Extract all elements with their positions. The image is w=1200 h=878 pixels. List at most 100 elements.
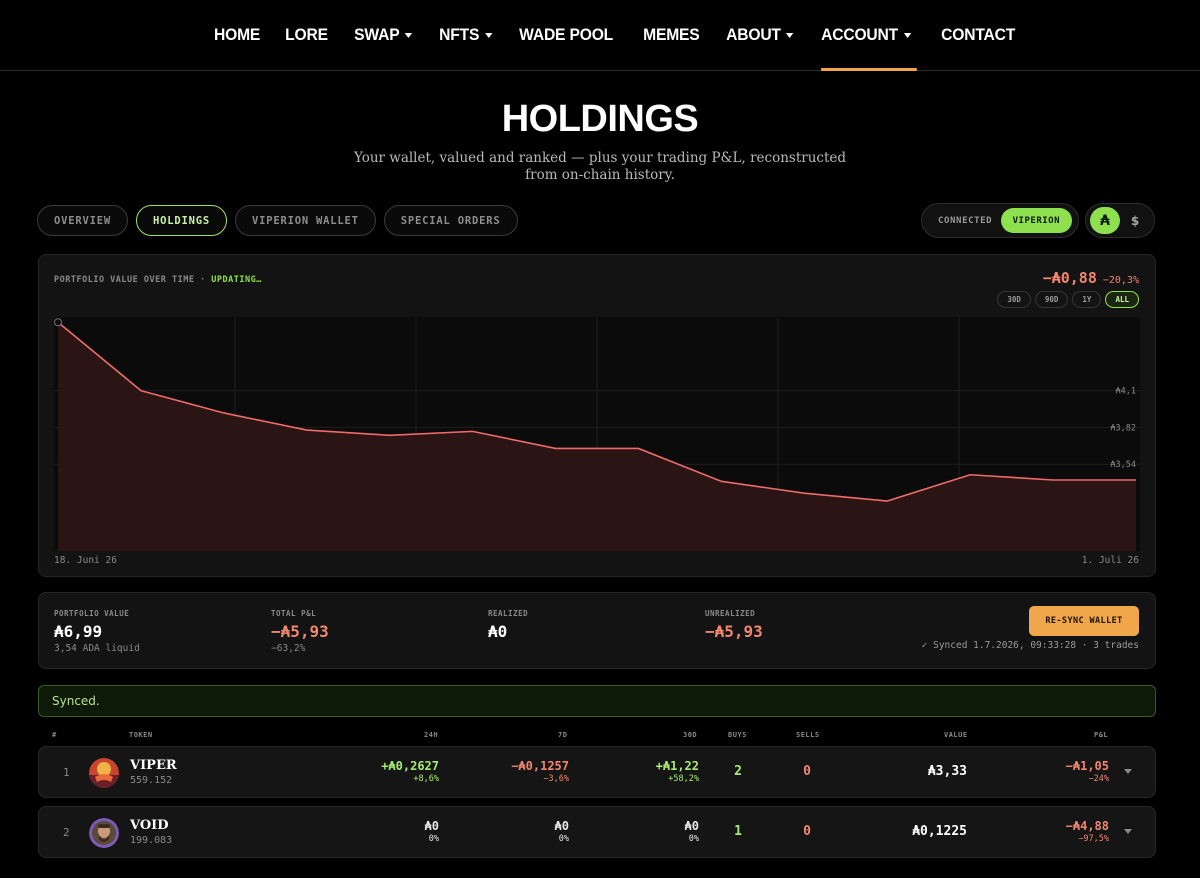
chart-title-text: PORTFOLIO VALUE OVER TIME · xyxy=(54,275,212,285)
nav-nfts[interactable]: NFTS xyxy=(429,0,502,70)
y-tick-label: ₳4,1 xyxy=(1116,387,1136,397)
stat-label: TOTAL P&L xyxy=(271,609,317,618)
currency-ada-button[interactable]: ₳ xyxy=(1090,207,1120,234)
tab-viperion-wallet[interactable]: VIPERION WALLET xyxy=(234,205,376,236)
wallet-connection[interactable]: CONNECTED VIPERION xyxy=(921,203,1079,238)
change-30d-value: +₳1,22 xyxy=(655,759,699,773)
table-row[interactable]: 2 VOID 199.083 ₳0 0% ₳0 0% ₳0 0% 1 0 ₳0,… xyxy=(38,806,1156,858)
range-30d[interactable]: 30D xyxy=(997,291,1031,308)
chevron-down-icon xyxy=(404,32,412,38)
nav-memes-label: MEMES xyxy=(642,25,700,44)
col-header-token[interactable]: TOKEN xyxy=(129,731,153,739)
nav-home[interactable]: HOME xyxy=(214,0,270,70)
nav-contact[interactable]: CONTACT xyxy=(931,0,1025,70)
tab-holdings[interactable]: HOLDINGS xyxy=(135,205,227,236)
portfolio-stats: PORTFOLIO VALUE ₳6,99 3,54 ADA liquid TO… xyxy=(38,592,1156,669)
connection-status: CONNECTED xyxy=(938,215,993,226)
col-header-sells[interactable]: SELLS xyxy=(796,731,820,739)
change-24h: +₳0,2627 +8,6% xyxy=(339,759,439,784)
stat-realized: REALIZED ₳0 xyxy=(488,609,528,641)
col-header-30d[interactable]: 30D xyxy=(683,731,697,739)
void-avatar-image xyxy=(89,818,119,848)
x-axis-end-label: 1. Juli 26 xyxy=(1081,555,1139,566)
nav-about-label: ABOUT xyxy=(726,25,781,44)
page-subtitle: Your wallet, valued and ranked — plus yo… xyxy=(353,150,847,183)
col-header-buys[interactable]: BUYS xyxy=(728,731,747,739)
change-30d-percent: 0% xyxy=(688,834,699,844)
stat-label: REALIZED xyxy=(488,609,529,618)
nav-swap[interactable]: SWAP xyxy=(344,0,422,70)
col-header-value[interactable]: VALUE xyxy=(944,731,968,739)
holding-value: ₳3,33 xyxy=(927,764,967,779)
change-30d: +₳1,22 +58,2% xyxy=(599,759,699,784)
stat-sub: 3,54 ADA liquid xyxy=(54,643,140,654)
buys-count: 2 xyxy=(734,764,742,779)
nav-about[interactable]: ABOUT xyxy=(716,0,804,70)
range-90d[interactable]: 90D xyxy=(1034,291,1069,308)
chevron-down-icon xyxy=(484,32,493,38)
chevron-down-icon xyxy=(786,32,794,38)
stat-value: −₳5,93 xyxy=(271,622,329,641)
chevron-down-icon[interactable] xyxy=(1124,829,1132,834)
stat-value: ₳0 xyxy=(488,622,508,641)
change-7d-percent: 0% xyxy=(558,834,569,844)
row-pnl-percent: −97,5% xyxy=(1078,834,1109,844)
viper-avatar-image xyxy=(89,758,119,788)
nav-swap-label: SWAP xyxy=(353,25,400,44)
wallet-name-pill[interactable]: VIPERION xyxy=(1000,208,1072,233)
nav-home-label: HOME xyxy=(214,25,261,44)
currency-usd-button[interactable]: $ xyxy=(1120,214,1150,228)
chart-title: PORTFOLIO VALUE OVER TIME · UPDATING… xyxy=(54,275,262,285)
change-7d: ₳0 0% xyxy=(469,819,569,844)
row-pnl: −₳1,05 −24% xyxy=(1009,759,1109,784)
token-amount: 559.152 xyxy=(130,775,173,786)
y-tick-label: ₳3,54 xyxy=(1110,460,1136,470)
stat-label: PORTFOLIO VALUE xyxy=(54,609,130,618)
row-rank: 2 xyxy=(63,826,70,839)
stat-sub: −63,2% xyxy=(271,643,306,654)
y-tick-label: ₳3,82 xyxy=(1110,423,1136,433)
nav-account[interactable]: ACCOUNT xyxy=(811,0,921,71)
chevron-down-icon[interactable] xyxy=(1124,769,1132,774)
holding-value: ₳0,1225 xyxy=(912,824,967,839)
section-tabs: OVERVIEW HOLDINGS VIPERION WALLET SPECIA… xyxy=(37,205,518,236)
stat-value: ₳6,99 xyxy=(54,622,103,641)
change-24h-value: ₳0 xyxy=(424,819,439,833)
x-axis-start-label: 18. Juni 26 xyxy=(54,555,117,566)
nav-wade-pool-label: WADE POOL xyxy=(518,25,613,44)
change-24h-percent: +8,6% xyxy=(413,774,439,784)
sync-banner: Synced. xyxy=(38,685,1156,717)
portfolio-chart: ₳4,1 ₳3,82 ₳3,54 xyxy=(54,317,1140,551)
tab-overview[interactable]: OVERVIEW xyxy=(37,205,128,236)
change-30d-percent: +58,2% xyxy=(668,774,699,784)
row-pnl-value: −₳1,05 xyxy=(1065,759,1109,773)
change-30d: ₳0 0% xyxy=(599,819,699,844)
change-24h-percent: 0% xyxy=(428,834,439,844)
page-title: HOLDINGS xyxy=(501,98,699,140)
col-header-24h[interactable]: 24H xyxy=(424,731,438,739)
nav-memes[interactable]: MEMES xyxy=(633,0,710,70)
change-7d: −₳0,1257 −3,6% xyxy=(469,759,569,784)
change-7d-value: −₳0,1257 xyxy=(511,759,569,773)
top-nav: HOME LORE SWAP NFTS WADE POOL MEMES ABOU… xyxy=(0,0,1200,71)
data-point[interactable] xyxy=(54,318,62,327)
nav-account-label: ACCOUNT xyxy=(821,25,899,44)
nav-menu: HOME LORE SWAP NFTS WADE POOL MEMES ABOU… xyxy=(214,0,1033,71)
col-header-7d[interactable]: 7D xyxy=(558,731,567,739)
change-7d-percent: −3,6% xyxy=(543,774,569,784)
nav-nfts-label: NFTS xyxy=(439,25,480,44)
resync-wallet-button[interactable]: RE-SYNC WALLET xyxy=(1029,606,1139,636)
range-1y[interactable]: 1Y xyxy=(1072,291,1102,308)
nav-lore[interactable]: LORE xyxy=(275,0,338,70)
change-30d-value: ₳0 xyxy=(684,819,699,833)
nav-lore-label: LORE xyxy=(285,25,329,44)
col-header-pnl[interactable]: P&L xyxy=(1094,731,1108,739)
table-row[interactable]: 1 VIPER 559.152 +₳0,2627 +8,6% −₳0,1257 … xyxy=(38,746,1156,798)
tab-special-orders[interactable]: SPECIAL ORDERS xyxy=(383,205,518,236)
range-all[interactable]: ALL xyxy=(1105,291,1139,308)
token-name: VIPER xyxy=(130,758,177,773)
row-rank: 1 xyxy=(63,766,70,779)
nav-wade-pool[interactable]: WADE POOL xyxy=(509,0,623,70)
currency-toggle: ₳ $ xyxy=(1085,203,1155,238)
token-name: VOID xyxy=(130,818,169,833)
